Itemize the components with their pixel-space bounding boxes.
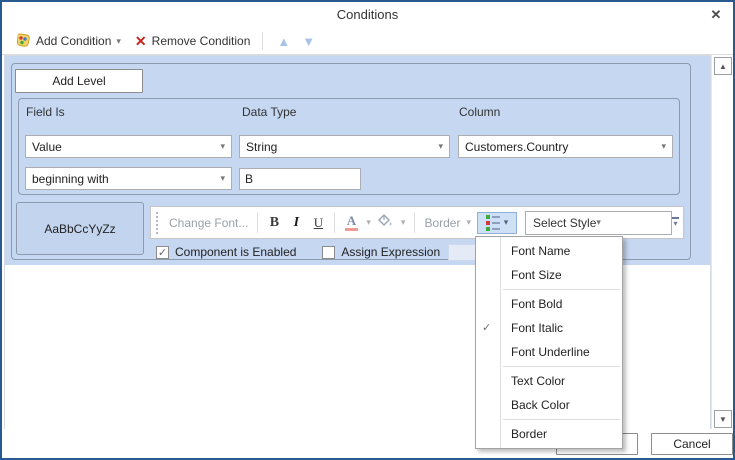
check-icon: ✓ [482, 316, 496, 340]
toolbar-grip-handle[interactable] [156, 212, 159, 234]
move-down-button[interactable]: ▼ [296, 33, 321, 50]
border-button[interactable]: Border [420, 216, 464, 230]
select-style-value: Select Style [533, 216, 596, 230]
bold-icon: B [270, 215, 279, 231]
menu-item-font-name[interactable]: Font Name [476, 239, 622, 263]
style-options-menu: Font Name Font Size Font Bold ✓ Font Ita… [475, 236, 623, 449]
operator-select[interactable]: beginning with ▾ [25, 167, 232, 190]
data-type-dropdown-icon: ▾ [438, 142, 443, 151]
menu-item-font-bold[interactable]: Font Bold [476, 292, 622, 316]
fill-bucket-icon [378, 214, 393, 231]
conditions-dialog: Conditions ✕ Add Condition ▾ ✕ Remove Co… [0, 0, 735, 460]
italic-icon: I [294, 215, 299, 231]
menu-separator [503, 419, 620, 420]
remove-condition-button[interactable]: ✕ Remove Condition [131, 32, 254, 50]
column-label: Column [459, 105, 500, 119]
add-level-button[interactable]: Add Level [15, 69, 143, 93]
add-condition-button[interactable]: Add Condition ▾ [11, 30, 125, 53]
menu-item-font-underline[interactable]: Font Underline [476, 340, 622, 364]
menu-item-label: Font Name [511, 244, 570, 258]
format-separator [257, 213, 258, 233]
border-dropdown-icon[interactable]: ▾ [466, 218, 471, 227]
back-color-button[interactable] [375, 212, 397, 234]
menu-item-label: Font Italic [511, 321, 563, 335]
add-condition-icon [15, 32, 31, 51]
text-color-dropdown-icon[interactable]: ▾ [366, 218, 371, 227]
menu-item-label: Font Size [511, 268, 562, 282]
text-color-button[interactable]: A [340, 212, 362, 234]
add-condition-label: Add Condition [36, 34, 111, 48]
text-color-icon: A [345, 214, 358, 231]
menu-separator [503, 366, 620, 367]
assign-expression-label: Assign Expression [341, 245, 440, 259]
bold-button[interactable]: B [263, 212, 285, 234]
vertical-scrollbar[interactable]: ▲ ▼ [711, 55, 732, 430]
underline-icon: U [314, 215, 323, 231]
data-type-select[interactable]: String ▾ [239, 135, 450, 158]
move-up-button[interactable]: ▲ [271, 33, 296, 50]
close-icon[interactable]: ✕ [708, 7, 724, 23]
format-separator [414, 213, 415, 233]
format-toolbar: Change Font... B I U A ▾ [150, 206, 684, 239]
scroll-up-button[interactable]: ▲ [714, 57, 732, 75]
conditions-list-icon [486, 215, 500, 231]
scroll-down-button[interactable]: ▼ [714, 410, 732, 428]
operator-value: beginning with [32, 172, 216, 186]
condition-value-input[interactable] [239, 168, 361, 190]
options-row: ✓ Component is Enabled Assign Expression [156, 245, 440, 259]
menu-separator [503, 289, 620, 290]
field-is-dropdown-icon: ▾ [220, 142, 225, 151]
menu-item-label: Border [511, 427, 547, 441]
permissions-dropdown-icon: ▾ [504, 218, 509, 227]
column-value: Customers.Country [465, 140, 657, 154]
format-separator [334, 213, 335, 233]
field-is-label: Field Is [26, 105, 65, 119]
column-dropdown-icon: ▾ [661, 142, 666, 151]
overflow-arrow-icon: ▾ [674, 220, 678, 228]
back-color-dropdown-icon[interactable]: ▾ [401, 218, 406, 227]
change-font-button[interactable]: Change Font... [165, 216, 252, 230]
menu-item-border[interactable]: Border [476, 422, 622, 446]
component-enabled-label: Component is Enabled [175, 245, 296, 259]
remove-condition-label: Remove Condition [152, 34, 251, 48]
menu-item-label: Text Color [511, 374, 565, 388]
operator-dropdown-icon: ▾ [220, 174, 225, 183]
dialog-footer: OK Cancel [2, 429, 733, 458]
assign-expression-checkbox[interactable] [322, 246, 335, 259]
toolbar-overflow-button[interactable]: ▾ [672, 217, 679, 228]
condition-item-border: Add Level Field Is Data Type Column Valu… [11, 63, 691, 260]
condition-item-panel[interactable]: Add Level Field Is Data Type Column Valu… [5, 56, 710, 265]
menu-item-font-size[interactable]: Font Size [476, 263, 622, 287]
underline-button[interactable]: U [307, 212, 329, 234]
menu-item-label: Font Bold [511, 297, 562, 311]
field-is-select[interactable]: Value ▾ [25, 135, 232, 158]
conditions-toolbar: Add Condition ▾ ✕ Remove Condition ▲ ▼ [2, 28, 733, 54]
add-condition-dropdown-icon: ▾ [116, 37, 121, 46]
menu-item-back-color[interactable]: Back Color [476, 393, 622, 417]
dialog-title: Conditions [2, 2, 733, 28]
toolbar-separator [262, 32, 263, 50]
menu-item-text-color[interactable]: Text Color [476, 369, 622, 393]
style-preview-box: AaBbCcYyZz [16, 202, 144, 255]
component-enabled-checkbox[interactable]: ✓ [156, 246, 169, 259]
select-style-combo[interactable]: Select Style ▾ [525, 211, 672, 235]
condition-fields-group: Field Is Data Type Column Value ▾ String… [18, 98, 680, 195]
remove-condition-icon: ✕ [135, 34, 147, 48]
menu-item-label: Font Underline [511, 345, 590, 359]
field-is-value: Value [32, 140, 216, 154]
menu-item-label: Back Color [511, 398, 570, 412]
column-select[interactable]: Customers.Country ▾ [458, 135, 673, 158]
title-bar: Conditions ✕ [2, 2, 733, 28]
data-type-value: String [246, 140, 434, 154]
menu-item-font-italic[interactable]: ✓ Font Italic [476, 316, 622, 340]
cancel-button[interactable]: Cancel [651, 433, 733, 455]
italic-button[interactable]: I [285, 212, 307, 234]
select-style-dropdown-icon: ▾ [596, 218, 601, 227]
data-type-label: Data Type [242, 105, 296, 119]
permissions-list-button[interactable]: ▾ [477, 212, 517, 234]
